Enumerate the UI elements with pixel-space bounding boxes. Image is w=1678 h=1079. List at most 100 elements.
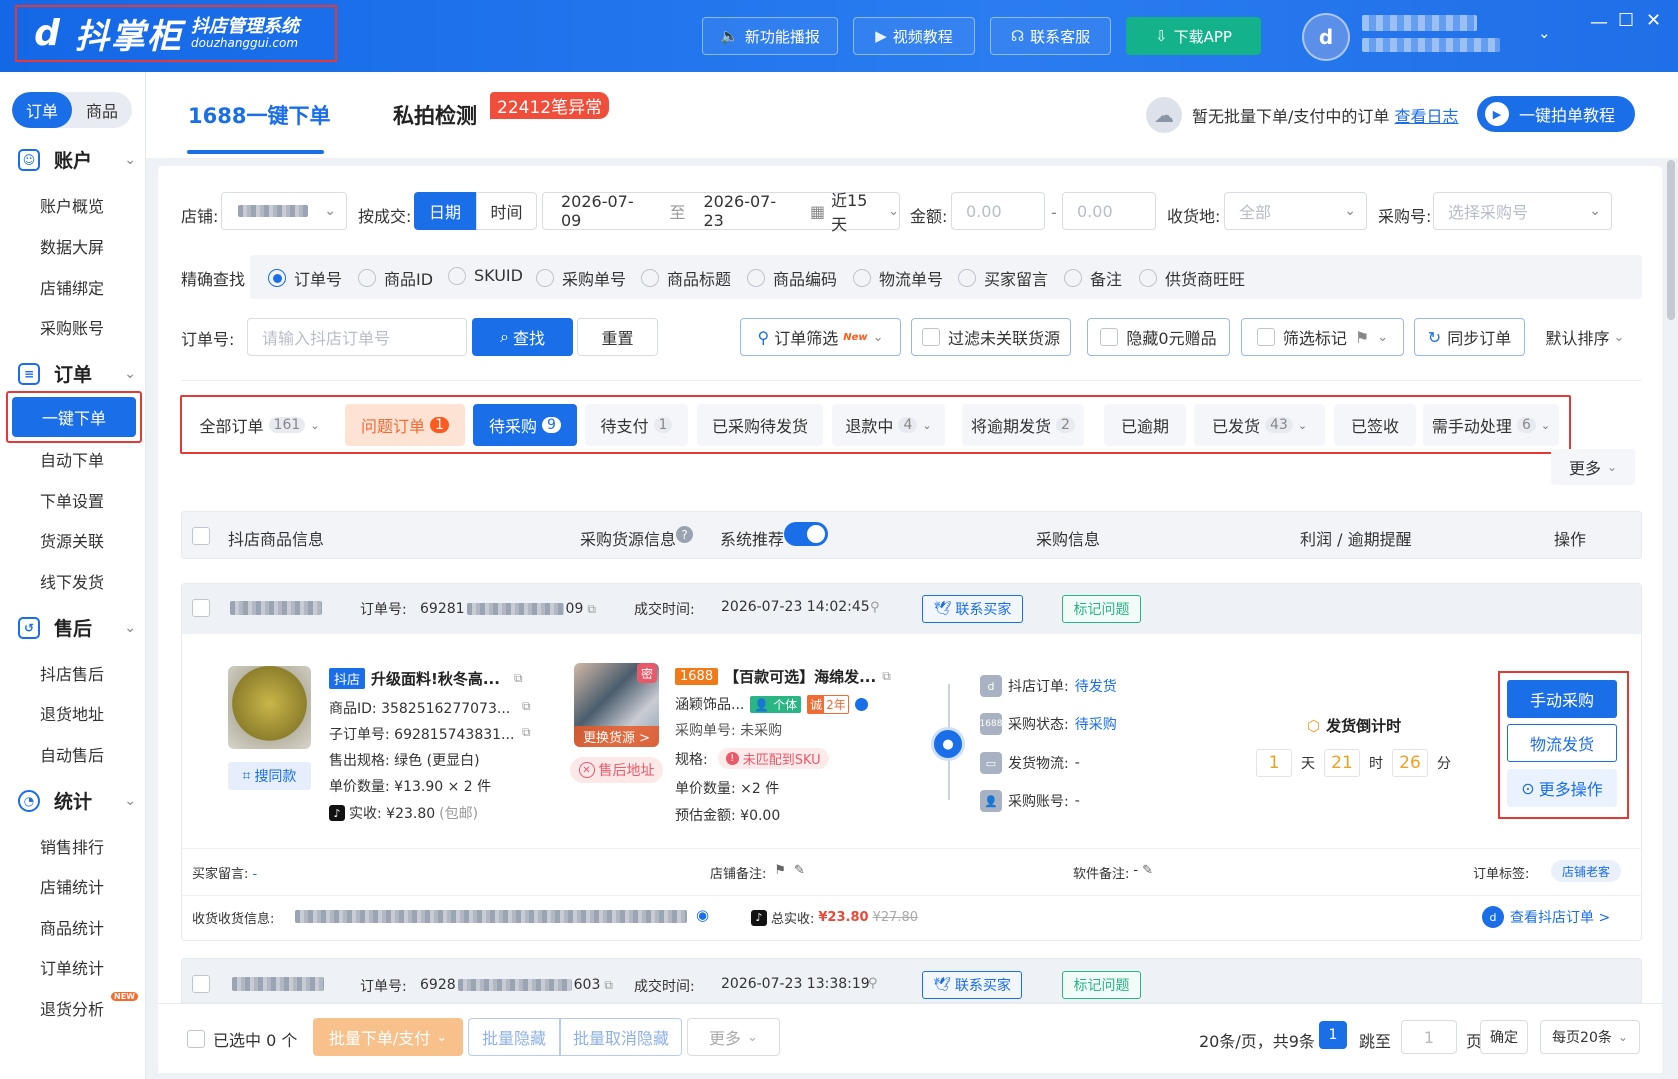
maximize-icon[interactable]: ☐ xyxy=(1618,10,1634,31)
sync-orders-button[interactable]: ↻ 同步订单 xyxy=(1414,318,1525,356)
contact-buyer-button[interactable]: 🕊 联系买家 xyxy=(922,971,1022,999)
sidebar-item-auto-after-sales[interactable]: 自动售后 xyxy=(40,742,104,766)
manual-purchase-button[interactable]: 手动采购 xyxy=(1507,680,1617,718)
copy-icon[interactable]: ⧉ xyxy=(522,699,531,714)
mark-problem-button[interactable]: 标记问题 xyxy=(1062,971,1141,999)
order-checkbox[interactable] xyxy=(192,599,210,617)
chevron-down-icon[interactable]: ⌄ xyxy=(1538,24,1551,42)
logistics-ship-button[interactable]: 物流发货 xyxy=(1507,724,1617,762)
hide-gift-checkbox[interactable]: 隐藏0元赠品 xyxy=(1087,318,1230,356)
radio-logistics-no[interactable]: 物流单号 xyxy=(853,266,943,290)
batch-order-button[interactable]: 批量下单/支付 ⌄ xyxy=(313,1018,463,1056)
download-app-button[interactable]: ⇩ 下载APP xyxy=(1126,17,1261,55)
radio-title[interactable]: 商品标题 xyxy=(641,266,731,290)
sidebar-item-data-screen[interactable]: 数据大屏 xyxy=(40,234,104,258)
reset-button[interactable]: 重置 xyxy=(577,318,658,356)
avatar[interactable]: d xyxy=(1302,13,1350,61)
filter-unlinked-checkbox[interactable]: 过滤未关联货源 xyxy=(911,318,1071,356)
tab-all-orders[interactable]: 全部订单 161 ⌄ xyxy=(189,404,330,446)
radio-po-no[interactable]: 采购单号 xyxy=(536,266,626,290)
radio-buyer-msg[interactable]: 买家留言 xyxy=(958,266,1048,290)
view-shop-order-link[interactable]: d 查看抖店订单 > xyxy=(1482,906,1610,928)
source-title[interactable]: 【百款可选】海绵发... xyxy=(724,666,876,687)
after-sales-address-button[interactable]: ✕ 售后地址 xyxy=(570,757,663,783)
amount-max-input[interactable]: 0.00 xyxy=(1062,192,1156,230)
sort-select[interactable]: 默认排序 ⌄ xyxy=(1540,318,1630,356)
tab-near-overdue[interactable]: 将逾期发货 2 xyxy=(962,404,1084,446)
radio-note[interactable]: 备注 xyxy=(1064,266,1122,290)
order-filter-button[interactable]: ⚲ 订单筛选 New ⌄ xyxy=(740,318,901,356)
radio-product-id[interactable]: 商品ID xyxy=(358,266,433,290)
batch-unhide-button[interactable]: 批量取消隐藏 xyxy=(560,1018,682,1056)
group-orders[interactable]: ≡ 订单 ⌄ xyxy=(18,360,136,387)
more-tabs-button[interactable]: 更多 ⌄ xyxy=(1551,449,1635,485)
date-range-picker[interactable]: 2026-07-09 至 2026-07-23 ▦ 近15天 ⌄ xyxy=(542,191,900,234)
sidebar-item-account-overview[interactable]: 账户概览 xyxy=(40,193,104,217)
unmatched-sku-badge[interactable]: ! 未匹配到SKU xyxy=(717,748,829,769)
sidebar-item-sales-rank[interactable]: 销售排行 xyxy=(40,834,104,858)
sidebar-item-shop-binding[interactable]: 店铺绑定 xyxy=(40,275,104,299)
search-button[interactable]: ⌕ 查找 xyxy=(472,318,573,356)
edit-icon[interactable]: ✎ xyxy=(1142,863,1153,882)
po-select[interactable]: 选择采购号 xyxy=(1433,192,1612,230)
confirm-page-button[interactable]: 确定 xyxy=(1480,1020,1528,1054)
tab-private-check[interactable]: 私拍检测 xyxy=(393,100,477,130)
sidebar-item-order-settings[interactable]: 下单设置 xyxy=(40,488,104,512)
product-title[interactable]: 升级面料!秋冬高... xyxy=(371,668,500,689)
help-icon[interactable]: ? xyxy=(676,526,693,543)
tab-refunding[interactable]: 退款中 4 ⌄ xyxy=(832,404,945,446)
sidebar-item-offline-ship[interactable]: 线下发货 xyxy=(40,569,104,593)
seg-orders[interactable]: 订单 xyxy=(12,92,72,128)
news-button[interactable]: 🔈 新功能播报 xyxy=(702,17,838,55)
sidebar-item-shop-stats[interactable]: 店铺统计 xyxy=(40,874,104,898)
close-icon[interactable]: ✕ xyxy=(1646,10,1661,31)
minimize-icon[interactable]: — xyxy=(1590,12,1608,33)
sidebar-item-one-click-order[interactable]: 一键下单 xyxy=(6,391,142,443)
copy-icon[interactable]: ⧉ xyxy=(587,602,596,617)
sidebar-item-product-stats[interactable]: 商品统计 xyxy=(40,915,104,939)
sidebar-item-return-address[interactable]: 退货地址 xyxy=(40,701,104,725)
eye-off-icon[interactable]: ◉ xyxy=(696,906,709,924)
footer-more-button[interactable]: 更多 ⌄ xyxy=(687,1018,780,1056)
radio-skuid[interactable]: SKUID xyxy=(448,266,523,285)
radio-order-no[interactable]: 订单号 xyxy=(268,266,342,290)
recommend-toggle[interactable] xyxy=(784,522,828,546)
jump-page-input[interactable]: 1 xyxy=(1401,1020,1457,1054)
tab-signed[interactable]: 已签收 xyxy=(1334,404,1416,446)
filter-mark-select[interactable]: 筛选标记 ⚑ ⌄ xyxy=(1241,318,1404,356)
tab-problem-orders[interactable]: 问题订单 1 xyxy=(345,404,465,446)
amount-min-input[interactable]: 0.00 xyxy=(951,192,1045,230)
seg-products[interactable]: 商品 xyxy=(72,92,132,128)
filter-icon[interactable]: ⚲ xyxy=(870,600,880,615)
radio-code[interactable]: 商品编码 xyxy=(747,266,837,290)
sidebar-item-source-link[interactable]: 货源关联 xyxy=(40,528,104,552)
scrollbar[interactable] xyxy=(1667,160,1675,320)
sidebar-item-order-stats[interactable]: 订单统计 xyxy=(40,955,104,979)
group-statistics[interactable]: ◔ 统计 ⌄ xyxy=(18,787,136,814)
shop-select[interactable] xyxy=(221,192,347,230)
copy-icon[interactable]: ⧉ xyxy=(522,725,531,740)
selected-count[interactable]: 已选中 0 个 xyxy=(187,1027,297,1051)
contact-service-button[interactable]: ☊ 联系客服 xyxy=(990,17,1111,55)
view-log-link[interactable]: 查看日志 xyxy=(1395,107,1459,126)
radio-supplier[interactable]: 供货商旺旺 xyxy=(1139,266,1245,290)
page-1-button[interactable]: 1 xyxy=(1319,1021,1347,1049)
tutorial-button[interactable]: ▶ 一键拍单教程 xyxy=(1477,96,1635,132)
search-same-button[interactable]: ⌗ 搜同款 xyxy=(228,762,311,790)
copy-icon[interactable]: ⧉ xyxy=(604,978,613,993)
copy-icon[interactable]: ⧉ xyxy=(514,671,523,686)
mark-problem-button[interactable]: 标记问题 xyxy=(1062,595,1141,623)
group-after-sales[interactable]: ↺ 售后 ⌄ xyxy=(18,614,136,641)
tab-purchased-pending-ship[interactable]: 已采购待发货 xyxy=(697,404,823,446)
filter-icon[interactable]: ⚲ xyxy=(868,976,878,991)
source-shop[interactable]: 涵颖饰品... xyxy=(675,694,744,714)
by-date-button[interactable]: 日期 xyxy=(414,192,476,230)
edit-icon[interactable]: ✎ xyxy=(794,863,805,882)
flag-icon[interactable]: ⚑ xyxy=(774,863,786,882)
sidebar-item-auto-order[interactable]: 自动下单 xyxy=(40,447,104,471)
recv-select[interactable]: 全部 xyxy=(1224,192,1367,230)
tab-one-click-order[interactable]: 1688一键下单 xyxy=(188,100,330,130)
batch-hide-button[interactable]: 批量隐藏 xyxy=(468,1018,560,1056)
tab-pending-purchase[interactable]: 待采购 9 xyxy=(473,404,577,446)
sidebar-item-purchase-account[interactable]: 采购账号 xyxy=(40,315,104,339)
